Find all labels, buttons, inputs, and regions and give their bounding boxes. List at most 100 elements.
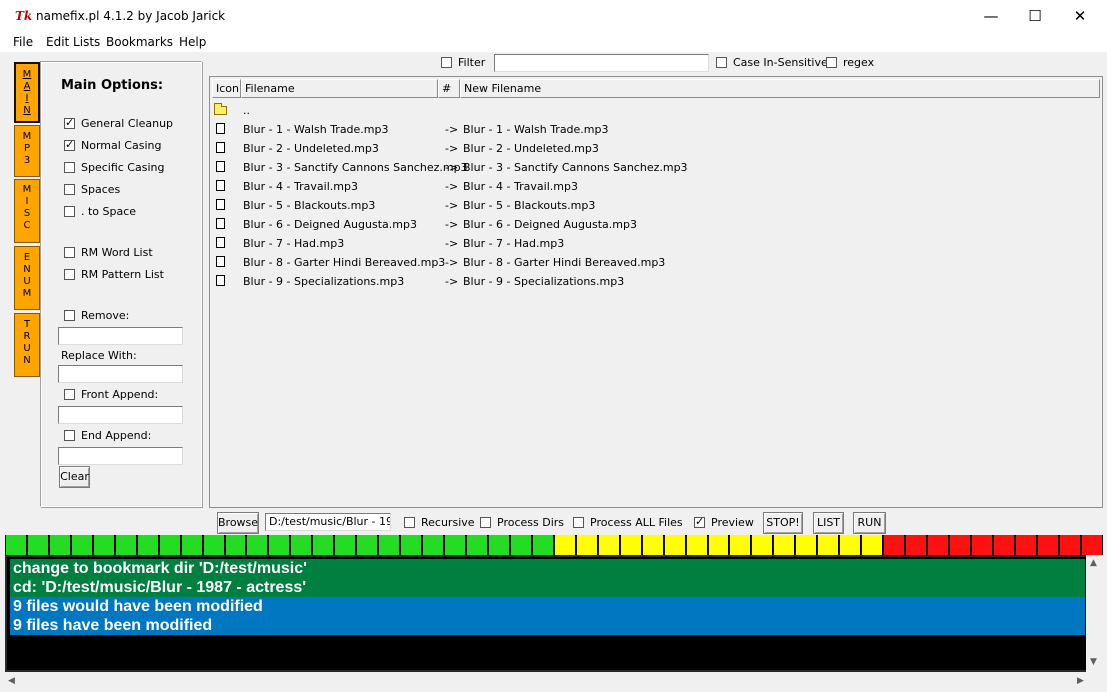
case-insensitive-checkbox[interactable] bbox=[716, 57, 727, 68]
new-filename-cell: Blur - 5 - Blackouts.mp3 bbox=[463, 199, 596, 212]
tab-letter: E bbox=[23, 252, 31, 263]
process-all-files-checkbox[interactable] bbox=[573, 517, 584, 528]
progress-segment bbox=[553, 535, 576, 555]
file-row[interactable]: Blur - 3 - Sanctify Cannons Sanchez.mp3-… bbox=[210, 158, 1102, 177]
specific-casing-checkbox[interactable] bbox=[64, 162, 75, 173]
file-icon bbox=[216, 256, 225, 267]
file-row[interactable]: Blur - 2 - Undeleted.mp3 -> Blur - 2 - Und… bbox=[210, 139, 1102, 158]
end-append-input[interactable] bbox=[58, 447, 183, 465]
column-header-filename[interactable]: Filename bbox=[241, 79, 438, 98]
front-append-checkbox[interactable] bbox=[64, 389, 75, 400]
end-append-checkbox[interactable] bbox=[64, 430, 75, 441]
normal-casing-checkbox[interactable] bbox=[64, 138, 75, 152]
progress-segment bbox=[795, 535, 818, 555]
spaces-checkbox[interactable] bbox=[64, 184, 75, 195]
progress-segment bbox=[948, 535, 971, 555]
recursive-checkbox[interactable] bbox=[404, 517, 415, 528]
progress-segment bbox=[992, 535, 1015, 555]
arrow-cell: -> bbox=[445, 123, 459, 136]
progress-segment bbox=[1058, 535, 1081, 555]
tab-mp3[interactable]: MP3 bbox=[14, 125, 40, 177]
menu-help[interactable]: Help bbox=[179, 35, 206, 49]
tab-letter: N bbox=[23, 264, 31, 275]
tab-letter: M bbox=[22, 69, 32, 80]
scroll-left-icon[interactable]: ◀ bbox=[8, 676, 15, 686]
preview-checkbox[interactable] bbox=[694, 515, 705, 529]
general-cleanup-checkbox[interactable] bbox=[64, 116, 75, 130]
stop-button[interactable]: STOP! bbox=[763, 512, 803, 534]
run-button[interactable]: RUN bbox=[853, 512, 886, 534]
scroll-right-icon[interactable]: ▶ bbox=[1077, 676, 1084, 686]
progress-segment bbox=[773, 535, 796, 555]
front-append-input[interactable] bbox=[58, 406, 183, 424]
file-row[interactable]: Blur - 1 - Walsh Trade.mp3 -> Blur - 1 - W… bbox=[210, 120, 1102, 139]
column-header-icon[interactable]: Icon bbox=[212, 79, 241, 98]
progress-segment bbox=[224, 535, 247, 555]
process-dirs-checkbox[interactable] bbox=[480, 517, 491, 528]
file-row[interactable]: Blur - 6 - Deigned Augusta.mp3 -> Blur - 6… bbox=[210, 215, 1102, 234]
scroll-up-icon[interactable]: ▲ bbox=[1090, 558, 1097, 568]
end-append-label: End Append: bbox=[81, 429, 152, 442]
scroll-down-icon[interactable]: ▼ bbox=[1090, 657, 1097, 667]
file-list[interactable]: Icon Filename # New Filename .. Blur - 1… bbox=[209, 76, 1103, 508]
browse-button[interactable]: Browse bbox=[217, 512, 259, 534]
file-row[interactable]: Blur - 4 - Travail.mp3 -> Blur - 4 - Trava… bbox=[210, 177, 1102, 196]
arrow-cell: -> bbox=[445, 256, 459, 269]
progress-segment bbox=[883, 535, 906, 555]
filename-cell: Blur - 8 - Garter Hindi Bereaved.mp3 bbox=[243, 256, 446, 269]
file-row[interactable]: Blur - 9 - Specializations.mp3 -> Blur - 9… bbox=[210, 272, 1102, 291]
menu-bar: File Edit Lists Bookmarks Help bbox=[0, 32, 1107, 52]
progress-segment bbox=[707, 535, 730, 555]
minimize-button[interactable]: — bbox=[968, 0, 1014, 32]
log-vertical-scrollbar[interactable]: ▲ ▼ bbox=[1086, 555, 1103, 672]
file-icon bbox=[216, 142, 225, 153]
remove-checkbox[interactable] bbox=[64, 310, 75, 321]
new-filename-cell: Blur - 9 - Specializations.mp3 bbox=[463, 275, 625, 288]
progress-segment bbox=[685, 535, 708, 555]
tab-misc[interactable]: MISC bbox=[14, 179, 40, 243]
progress-segment bbox=[202, 535, 225, 555]
file-icon bbox=[216, 180, 225, 191]
remove-input[interactable] bbox=[58, 327, 183, 345]
tab-main[interactable]: MAIN bbox=[14, 62, 40, 123]
progress-segment bbox=[487, 535, 510, 555]
parent-dir-row[interactable]: .. bbox=[210, 101, 1102, 120]
progress-segment bbox=[290, 535, 313, 555]
arrow-cell: -> bbox=[445, 199, 459, 212]
progress-segment bbox=[531, 535, 554, 555]
rm-pattern-list-checkbox[interactable] bbox=[64, 269, 75, 280]
file-row[interactable]: Blur - 8 - Garter Hindi Bereaved.mp3 -> Bl… bbox=[210, 253, 1102, 272]
progress-segment bbox=[400, 535, 423, 555]
tab-letter: A bbox=[23, 81, 31, 92]
arrow-cell: -> bbox=[445, 142, 459, 155]
filter-label: Filter bbox=[458, 56, 486, 69]
replace-with-input[interactable] bbox=[58, 365, 183, 383]
menu-bookmarks[interactable]: Bookmarks bbox=[106, 35, 173, 49]
tab-enum[interactable]: ENUM bbox=[14, 246, 40, 310]
tab-trun[interactable]: TRUN bbox=[14, 313, 40, 377]
dot-to-space-checkbox[interactable] bbox=[64, 206, 75, 217]
filter-input[interactable] bbox=[494, 54, 709, 72]
log-horizontal-scrollbar[interactable]: ◀ ▶ bbox=[5, 673, 1103, 690]
progress-segment bbox=[246, 535, 269, 555]
clear-button[interactable]: Clear bbox=[59, 466, 90, 488]
list-button[interactable]: LIST bbox=[813, 512, 844, 534]
progress-segment bbox=[817, 535, 840, 555]
menu-file[interactable]: File bbox=[13, 35, 33, 49]
regex-checkbox[interactable] bbox=[826, 57, 837, 68]
filename-cell: Blur - 6 - Deigned Augusta.mp3 bbox=[243, 218, 417, 231]
file-row[interactable]: Blur - 7 - Had.mp3 -> Blur - 7 - Had.mp3 bbox=[210, 234, 1102, 253]
progress-segment bbox=[905, 535, 928, 555]
file-row[interactable]: Blur - 5 - Blackouts.mp3 -> Blur - 5 - Bla… bbox=[210, 196, 1102, 215]
menu-edit-lists[interactable]: Edit Lists bbox=[46, 35, 100, 49]
maximize-button[interactable]: ☐ bbox=[1012, 0, 1058, 32]
progress-segment bbox=[466, 535, 488, 555]
filter-checkbox[interactable] bbox=[441, 57, 452, 68]
rm-word-list-checkbox[interactable] bbox=[64, 247, 75, 258]
tab-letter: 3 bbox=[23, 155, 31, 166]
column-header-new-filename[interactable]: New Filename bbox=[460, 79, 1100, 98]
column-header-hash[interactable]: # bbox=[438, 79, 460, 98]
close-button[interactable]: ✕ bbox=[1057, 0, 1103, 32]
tab-letter: U bbox=[23, 343, 31, 354]
directory-input[interactable]: D:/test/music/Blur - 1987 bbox=[265, 513, 391, 531]
